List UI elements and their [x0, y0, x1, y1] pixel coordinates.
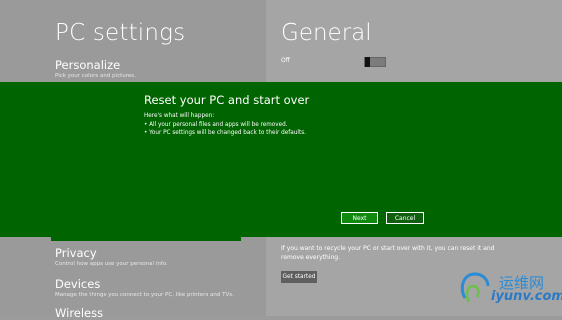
watermark-logo-icon — [460, 272, 490, 303]
watermark-en-text: iyunv.com — [491, 289, 562, 304]
site-watermark: 运维网 iyunv.com — [455, 268, 562, 308]
nav-item-label: Wireless — [55, 306, 104, 320]
nav-item-privacy[interactable]: Privacy Control how apps use your person… — [55, 246, 168, 269]
reset-description: If you want to recycle your PC or start … — [281, 245, 495, 261]
dialog-intro: Here's what will happen: — [144, 113, 215, 119]
pc-settings-screen: PC settings General Personalize Pick you… — [0, 0, 562, 320]
nav-item-label: Personalize — [55, 58, 121, 72]
nav-item-label: Privacy — [55, 246, 97, 260]
toggle-switch[interactable] — [364, 57, 386, 67]
dialog-bullet: • All your personal files and apps will … — [144, 121, 288, 128]
toggle-status: Off — [281, 57, 290, 64]
nav-item-devices[interactable]: Devices Manage the things you connect to… — [55, 277, 234, 300]
nav-item-wireless[interactable]: Wireless — [55, 306, 103, 320]
nav-item-description: Manage the things you connect to your PC… — [55, 292, 234, 298]
dialog-body: Here's what will happen: • All your pers… — [144, 112, 306, 138]
get-started-button[interactable]: Get started — [281, 271, 317, 283]
dialog-bullet: • Your PC settings will be changed back … — [144, 130, 306, 136]
toggle-thumb — [365, 57, 370, 67]
nav-item-personalize[interactable]: Personalize Pick your colors and picture… — [55, 58, 136, 81]
nav-item-description: Pick your colors and pictures. — [55, 73, 136, 79]
section-title: General — [281, 20, 372, 46]
dialog-band-extension — [51, 237, 241, 241]
next-button[interactable]: Next — [341, 212, 378, 224]
dialog-title: Reset your PC and start over — [144, 93, 310, 107]
nav-item-description: Control how apps use your personal info. — [55, 261, 168, 267]
cancel-button[interactable]: Cancel — [386, 212, 424, 224]
nav-item-label: Devices — [55, 277, 101, 291]
page-title: PC settings — [55, 20, 186, 46]
